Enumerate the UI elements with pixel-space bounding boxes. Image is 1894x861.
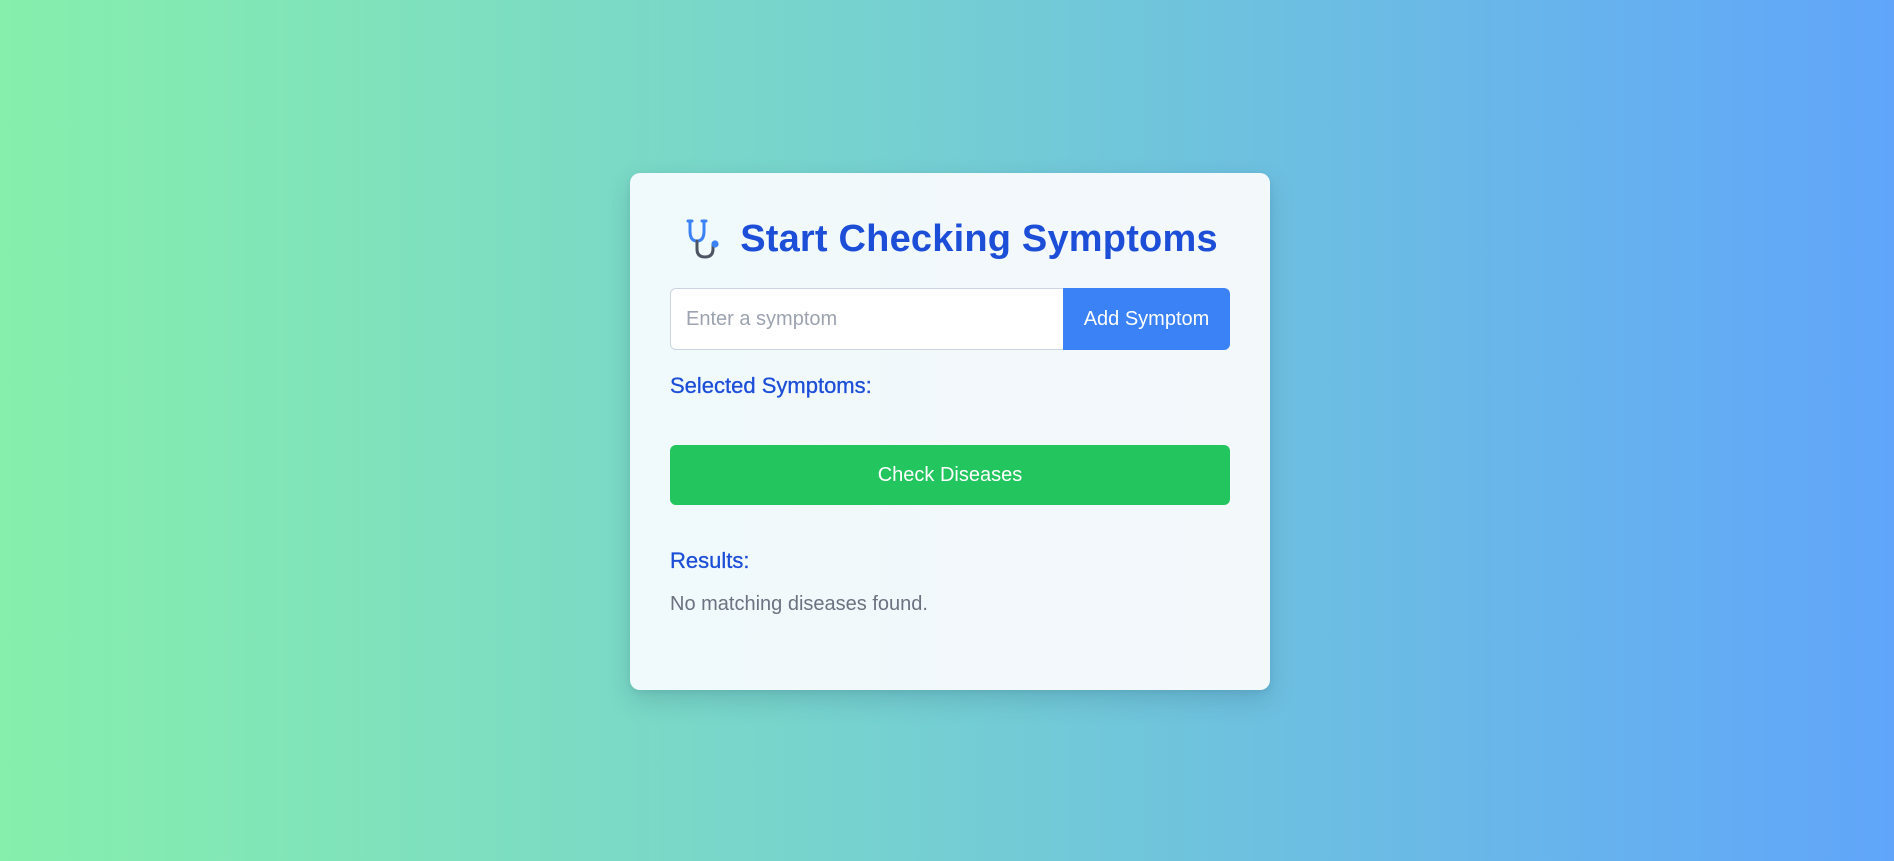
symptom-input[interactable] (670, 288, 1063, 350)
stethoscope-icon (682, 217, 726, 261)
results-heading: Results: (670, 548, 750, 573)
selected-symptoms-heading: Selected Symptoms: (670, 373, 872, 398)
page-title: Start Checking Symptoms (740, 218, 1218, 260)
symptom-input-row: Add Symptom (670, 288, 1230, 350)
check-diseases-button[interactable]: Check Diseases (670, 445, 1230, 505)
symptom-checker-card: Start Checking Symptoms Add Symptom Sele… (630, 173, 1270, 690)
add-symptom-button[interactable]: Add Symptom (1063, 288, 1230, 350)
results-message: No matching diseases found. (670, 593, 928, 615)
header: Start Checking Symptoms (630, 217, 1270, 261)
